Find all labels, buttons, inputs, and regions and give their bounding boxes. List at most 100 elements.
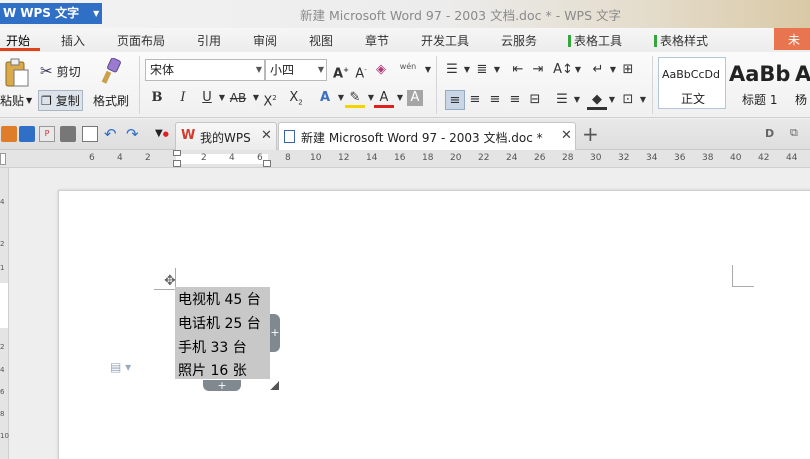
export-pdf-icon[interactable]: P [39,126,55,142]
format-painter-icon-button[interactable] [100,58,122,84]
active-tab-indicator [0,48,40,51]
new-tab-button[interactable]: + [582,122,599,146]
redo-icon[interactable]: ↷ [126,126,142,142]
paste-label[interactable]: 粘贴 ▼ [0,92,32,109]
chevron-down-icon[interactable]: ▼ [418,60,438,80]
phonetic-guide-label: wén [399,62,417,71]
format-painter-button[interactable]: 格式刷 [93,92,129,109]
chevron-down-icon[interactable]: ▼ [567,90,587,110]
first-line-indent-marker[interactable] [173,150,181,156]
style-heading-1[interactable]: AaBb 标题 1 [727,57,793,109]
shrink-font-icon[interactable]: A- [351,60,371,81]
ribbon-separator [436,56,437,114]
close-icon[interactable]: ✕ [561,128,572,143]
undo-icon[interactable]: ↶ [104,126,120,142]
tab-cloud[interactable]: 云服务 [501,32,537,49]
chevron-down-icon: ▼ [93,9,100,18]
ruler-active-area [176,154,268,164]
superscript-icon[interactable]: X2 [260,88,280,109]
ruler-label: 10 [310,153,322,163]
bold-icon[interactable]: B [147,88,167,108]
close-icon[interactable]: ✕ [261,128,272,143]
tab-review[interactable]: 审阅 [253,32,277,49]
font-name-select[interactable]: 宋体 ▼ [145,59,265,81]
customize-toolbar-icon[interactable]: ▼● [155,126,171,142]
decrease-indent-icon[interactable]: ⇤ [508,60,528,80]
restore-window-icon[interactable]: ⧉ [790,126,798,140]
tab-table-tools[interactable]: 表格工具 [568,32,622,49]
phonetic-guide-icon[interactable]: wén [398,57,418,77]
chevron-down-icon[interactable]: ▼ [487,60,507,80]
align-center-icon[interactable]: ≡ [465,90,485,110]
brush-icon [101,58,121,84]
cut-button[interactable]: ✂ 剪切 [40,62,81,80]
tab-home[interactable]: 开始 [6,32,30,49]
justify-icon[interactable]: ≡ [505,90,525,110]
copy-button[interactable]: ❐ 复制 [38,90,83,111]
tab-insert[interactable]: 插入 [61,32,85,49]
tab-references[interactable]: 引用 [197,32,221,49]
table-resize-handle-icon[interactable] [270,381,279,390]
align-right-icon[interactable]: ≡ [485,90,505,110]
document-page[interactable] [58,190,810,459]
menu-bar: 开始 插入 页面布局 引用 审阅 视图 章节 开发工具 云服务 表格工具 表格样… [0,28,810,52]
paragraph-layout-icon[interactable]: ▤ ▾ [110,360,131,374]
style-heading-2[interactable]: A 杨 [794,57,810,109]
distribute-icon[interactable]: ⊟ [525,90,545,110]
increase-indent-icon[interactable]: ⇥ [528,60,548,80]
add-column-handle[interactable]: + [270,314,280,352]
print-preview-icon[interactable] [82,126,98,142]
tab-page-layout[interactable]: 页面布局 [117,32,165,49]
horizontal-ruler[interactable]: 6 4 2 2 4 6 8 10 12 14 16 18 20 22 24 26… [0,150,810,168]
add-row-handle[interactable]: + [203,380,241,391]
character-shading-icon[interactable]: A [407,90,423,106]
save-icon[interactable] [19,126,35,142]
table-row[interactable]: 照片 16 张 [178,360,247,380]
tab-table-styles[interactable]: 表格样式 [654,32,708,49]
table-row[interactable]: 电视机 45 台 [178,289,261,309]
tab-document[interactable]: 新建 Microsoft Word 97 - 2003 文档.doc * ✕ [278,122,576,150]
tab-developer[interactable]: 开发工具 [421,32,469,49]
wps-logo-icon: W [181,128,196,143]
table-grid-icon[interactable]: ⊞ [618,60,638,80]
right-indent-marker[interactable] [263,160,271,167]
print-icon[interactable] [60,126,76,142]
tab-view[interactable]: 视图 [309,32,333,49]
italic-icon[interactable]: I [173,88,193,108]
folder-icon[interactable] [1,126,17,142]
ruler-corner-icon[interactable] [0,153,6,165]
style-normal[interactable]: AaBbCcDd 正文 [658,57,726,109]
left-indent-marker[interactable] [173,160,181,167]
chevron-down-icon: ▼ [26,96,33,105]
selected-table[interactable]: 电视机 45 台 电话机 25 台 手机 33 台 照片 16 张 [175,287,270,379]
document-canvas[interactable] [9,168,810,459]
align-left-icon[interactable]: ≡ [445,90,465,110]
vruler-active-area [0,283,8,328]
font-size-select[interactable]: 小四 ▼ [265,59,327,81]
table-row[interactable]: 手机 33 台 [178,337,247,357]
table-row[interactable]: 电话机 25 台 [178,313,261,333]
paste-text: 粘贴 [0,94,25,108]
paste-button[interactable] [4,58,32,88]
app-menu-button[interactable]: W WPS 文字 ▼ [0,3,102,24]
wps-logo-icon: W [3,6,17,20]
ruler-label: 12 [338,153,350,163]
vruler-label: 4 [0,198,5,206]
ruler-label: 6 [89,153,95,163]
ruler-label: 4 [229,153,235,163]
table-move-handle-icon[interactable]: ✥ [164,274,178,288]
grow-font-icon[interactable]: A+ [331,60,351,81]
vruler-label: 1 [0,264,5,272]
vertical-ruler[interactable]: 4 2 1 2 4 6 8 10 [0,168,9,459]
context-tab-marker [568,35,571,47]
cloud-corner-button[interactable]: 未 [774,28,810,50]
chevron-down-icon: ▼ [317,65,324,74]
strikethrough-icon[interactable]: AB [228,88,248,108]
subscript-icon[interactable]: X2 [286,88,306,108]
chevron-down-icon[interactable]: ▼ [568,60,588,80]
chevron-down-icon[interactable]: ▼ [633,90,653,110]
document-list-icon[interactable]: D [765,127,774,140]
tab-chapter[interactable]: 章节 [365,32,389,49]
tab-my-wps[interactable]: W 我的WPS ✕ [175,122,277,150]
clear-format-icon[interactable]: ◈ [371,60,391,80]
